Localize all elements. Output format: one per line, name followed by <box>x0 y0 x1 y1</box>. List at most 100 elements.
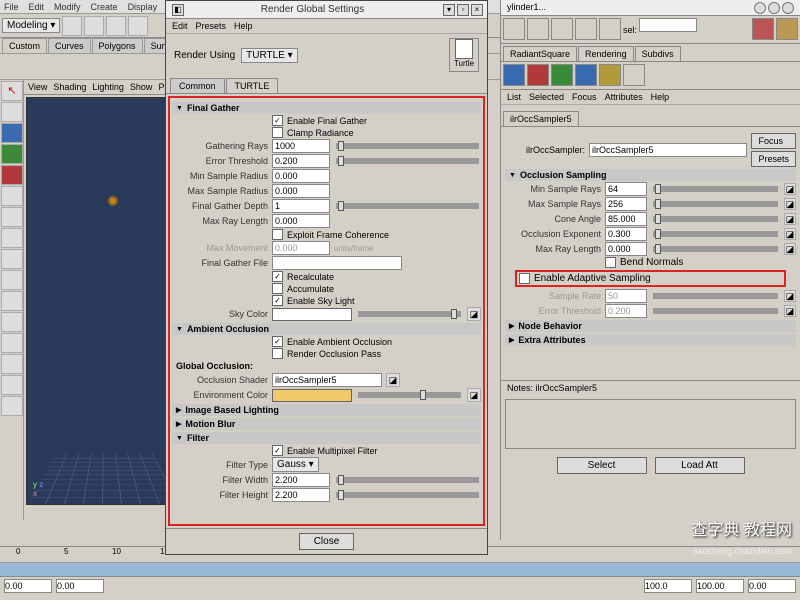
range-start-input[interactable] <box>4 579 52 593</box>
close-button[interactable]: Close <box>299 533 355 550</box>
map-icon[interactable]: ◪ <box>784 183 796 195</box>
maximize-icon[interactable]: ▫ <box>457 4 469 16</box>
slider[interactable] <box>336 492 479 498</box>
shelf-icon[interactable] <box>623 64 645 86</box>
sel-input[interactable] <box>639 18 697 32</box>
win-btn-icon[interactable] <box>768 2 780 14</box>
sky-checkbox[interactable]: ✓ <box>272 295 283 306</box>
node-name-input[interactable] <box>589 143 747 157</box>
tool-icon[interactable] <box>1 249 23 269</box>
fg-depth-input[interactable] <box>272 199 330 213</box>
tool-icon[interactable] <box>503 18 525 40</box>
lasso-tool-icon[interactable] <box>1 102 23 122</box>
node-tab[interactable]: ilrOccSampler5 <box>503 111 579 126</box>
slider[interactable] <box>336 158 479 164</box>
min-sample-radius-input[interactable] <box>272 169 330 183</box>
filter-width-input[interactable] <box>272 473 330 487</box>
section-node-behavior[interactable]: ▶Node Behavior <box>505 320 796 332</box>
accum-checkbox[interactable] <box>272 283 283 294</box>
occ-shader-input[interactable] <box>272 373 382 387</box>
map-icon[interactable]: ◪ <box>386 373 400 387</box>
vp-tab-view[interactable]: View <box>28 82 47 92</box>
shelf-icon[interactable] <box>575 64 597 86</box>
rotate-tool-icon[interactable] <box>1 144 23 164</box>
tab-common[interactable]: Common <box>170 78 225 93</box>
vp-tab-lighting[interactable]: Lighting <box>92 82 124 92</box>
layout-icon[interactable] <box>1 396 23 416</box>
max-ray-length-input[interactable] <box>272 214 330 228</box>
light-gizmo-icon[interactable]: ✺ <box>107 193 119 210</box>
map-icon[interactable]: ◪ <box>784 213 796 225</box>
clamp-checkbox[interactable] <box>272 127 283 138</box>
focus-button[interactable]: Focus <box>751 133 796 149</box>
load-attr-button[interactable]: Load Att <box>655 457 745 474</box>
shelf-icon[interactable] <box>599 64 621 86</box>
min-rays-input[interactable] <box>605 182 647 196</box>
layout-icon[interactable] <box>1 312 23 332</box>
current-frame-input[interactable] <box>748 579 796 593</box>
render-using-dropdown[interactable]: TURTLE ▾ <box>241 48 298 63</box>
scale-tool-icon[interactable] <box>1 165 23 185</box>
enable-ao-checkbox[interactable]: ✓ <box>272 336 283 347</box>
section-final-gather[interactable]: ▼Final Gather <box>172 102 481 114</box>
ae-menu-list[interactable]: List <box>507 92 521 102</box>
presets-button[interactable]: Presets <box>751 151 796 167</box>
gathering-rays-input[interactable] <box>272 139 330 153</box>
tool-icon[interactable] <box>1 228 23 248</box>
max-rays-input[interactable] <box>605 197 647 211</box>
shelf-icon[interactable] <box>503 64 525 86</box>
slider[interactable] <box>358 311 461 317</box>
bend-normals-checkbox[interactable] <box>605 257 616 268</box>
dlg-menu-help[interactable]: Help <box>234 21 253 31</box>
move-tool-icon[interactable] <box>1 123 23 143</box>
menu-modify[interactable]: Modify <box>54 2 81 12</box>
tool-icon[interactable] <box>1 207 23 227</box>
toolbar-icon[interactable] <box>128 16 148 36</box>
map-icon[interactable]: ◪ <box>784 305 796 317</box>
vp-tab-shading[interactable]: Shading <box>53 82 86 92</box>
sky-color-swatch[interactable] <box>272 308 352 321</box>
shelf-tab-curves[interactable]: Curves <box>48 38 91 53</box>
enable-filter-checkbox[interactable]: ✓ <box>272 445 283 456</box>
color-picker-icon[interactable]: ◪ <box>467 307 481 321</box>
fg-file-input[interactable] <box>272 256 402 270</box>
menu-create[interactable]: Create <box>91 2 118 12</box>
menu-file[interactable]: File <box>4 2 19 12</box>
minimize-icon[interactable]: ▾ <box>443 4 455 16</box>
section-motion-blur[interactable]: ▶Motion Blur <box>172 418 481 430</box>
3d-viewport[interactable]: ✺ y zx <box>26 97 183 505</box>
env-color-swatch[interactable] <box>272 389 352 402</box>
section-ibl[interactable]: ▶Image Based Lighting <box>172 404 481 416</box>
range-end-input[interactable] <box>696 579 744 593</box>
tool-icon[interactable] <box>1 186 23 206</box>
playback-start-input[interactable] <box>56 579 104 593</box>
map-icon[interactable]: ◪ <box>784 290 796 302</box>
dlg-menu-edit[interactable]: Edit <box>172 21 188 31</box>
ae-menu-attributes[interactable]: Attributes <box>605 92 643 102</box>
filter-type-dropdown[interactable]: Gauss ▾ <box>272 457 319 472</box>
menu-display[interactable]: Display <box>128 2 158 12</box>
tool-icon[interactable] <box>551 18 573 40</box>
shelf-tab-polygons[interactable]: Polygons <box>92 38 143 53</box>
slider[interactable] <box>653 216 778 222</box>
section-extra-attributes[interactable]: ▶Extra Attributes <box>505 334 796 346</box>
slider[interactable] <box>653 231 778 237</box>
mode-dropdown[interactable]: Modeling ▾ <box>2 18 60 33</box>
playback-end-input[interactable] <box>644 579 692 593</box>
slider[interactable] <box>336 477 479 483</box>
exploit-checkbox[interactable] <box>272 229 283 240</box>
tool-icon[interactable] <box>776 18 798 40</box>
teapot-icon[interactable] <box>1 375 23 395</box>
slider[interactable] <box>358 392 461 398</box>
ae-menu-focus[interactable]: Focus <box>572 92 597 102</box>
shelf-icon[interactable] <box>551 64 573 86</box>
shelf-tab-subdivs[interactable]: Subdivs <box>635 46 681 61</box>
select-tool-icon[interactable]: ↖ <box>1 81 23 101</box>
slider[interactable] <box>653 186 778 192</box>
map-icon[interactable]: ◪ <box>784 198 796 210</box>
slider[interactable] <box>653 246 778 252</box>
toolbar-icon[interactable] <box>62 16 82 36</box>
layout-icon[interactable] <box>1 270 23 290</box>
menu-edit[interactable]: Edit <box>29 2 45 12</box>
layout-icon[interactable] <box>1 354 23 374</box>
